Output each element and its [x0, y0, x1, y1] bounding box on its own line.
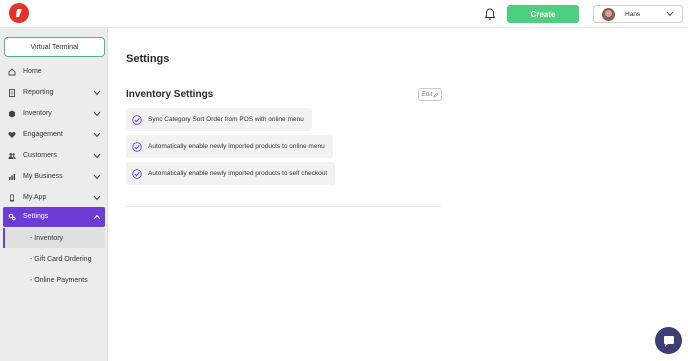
user-menu[interactable]: Hans	[593, 5, 683, 23]
user-name: Hans	[625, 10, 641, 18]
bell-icon[interactable]	[483, 7, 497, 21]
chevron-down-icon	[93, 132, 101, 138]
sidebar-item-label: Home	[23, 68, 42, 75]
sidebar-item-label: Customers	[23, 152, 57, 159]
home-icon	[8, 68, 16, 76]
sidebar-item-engagement[interactable]: Engagement	[0, 125, 108, 145]
report-icon	[8, 89, 16, 97]
check-circle-icon	[132, 114, 142, 125]
chevron-up-icon	[93, 214, 101, 220]
setting-label: Automatically enable newly imported prod…	[148, 170, 328, 177]
create-button[interactable]: Create	[507, 5, 579, 23]
setting-label: Automatically enable newly imported prod…	[148, 143, 325, 150]
virtual-terminal-button[interactable]: Virtual Terminal	[4, 37, 105, 57]
sidebar-subitem-inventory[interactable]: - Inventory	[3, 228, 105, 248]
setting-label: Sync Category Sort Order from POS with o…	[148, 116, 304, 123]
sidebar-item-my-business[interactable]: My Business	[0, 167, 108, 187]
chevron-down-icon	[93, 111, 101, 117]
avatar	[602, 7, 615, 21]
sidebar-subitem-gift-card-ordering[interactable]: - Gift Card Ordering	[3, 249, 105, 269]
sidebar-subitem-online-payments[interactable]: - Online Payments	[3, 270, 105, 290]
main-content: Settings Inventory Settings Edit Sync Ca…	[108, 28, 688, 361]
sidebar-item-label: Reporting	[23, 89, 54, 96]
sidebar-item-home[interactable]: Home	[0, 62, 108, 82]
sidebar-item-label: My Business	[23, 173, 63, 180]
pencil-icon	[433, 92, 439, 97]
chart-icon	[8, 173, 16, 181]
customers-icon	[8, 152, 16, 160]
sidebar-item-label: Inventory	[23, 110, 52, 117]
settings-icon	[8, 213, 16, 221]
chevron-down-icon	[93, 90, 101, 96]
setting-row: Automatically enable newly imported prod…	[126, 135, 333, 158]
setting-row: Automatically enable newly imported prod…	[126, 162, 336, 185]
sidebar-item-reporting[interactable]: Reporting	[0, 83, 108, 103]
sidebar-item-my-app[interactable]: My App	[0, 188, 108, 208]
setting-row: Sync Category Sort Order from POS with o…	[126, 108, 312, 131]
edit-button[interactable]: Edit	[418, 88, 442, 101]
sidebar-item-label: Engagement	[23, 131, 63, 138]
check-circle-icon	[132, 141, 142, 152]
chevron-down-icon	[93, 153, 101, 159]
phone-icon	[8, 194, 16, 202]
check-circle-icon	[132, 168, 142, 179]
heart-icon	[8, 131, 16, 139]
divider	[126, 206, 441, 207]
chevron-down-icon	[93, 174, 101, 180]
section-title: Inventory Settings	[126, 89, 214, 100]
logo-icon[interactable]	[9, 3, 29, 23]
sidebar-item-customers[interactable]: Customers	[0, 146, 108, 166]
chat-button[interactable]	[655, 327, 682, 354]
sidebar: Virtual Terminal Home Reporting Inventor…	[0, 28, 108, 361]
chevron-down-icon	[93, 195, 101, 201]
top-bar: Create Hans	[0, 0, 688, 28]
inventory-icon	[8, 110, 16, 118]
sidebar-item-settings[interactable]: Settings	[3, 207, 105, 227]
sidebar-item-label: My App	[23, 194, 47, 201]
sidebar-item-label: Settings	[23, 213, 49, 220]
chat-icon	[663, 335, 674, 346]
edit-label: Edit	[421, 91, 433, 98]
page-title: Settings	[126, 53, 170, 65]
chevron-down-icon	[666, 11, 674, 17]
sidebar-item-inventory[interactable]: Inventory	[0, 104, 108, 124]
